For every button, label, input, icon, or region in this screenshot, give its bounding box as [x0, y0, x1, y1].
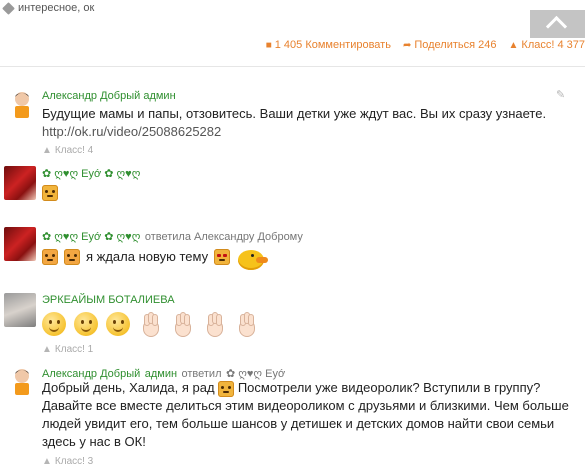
comment-text-line: Давайте все вместе делиться этим видеоро… [42, 398, 569, 413]
author-role: админ [143, 90, 176, 102]
waving-hand-icon [234, 312, 258, 338]
thumbs-up-icon: ▲ [508, 39, 519, 51]
comment-icon: ■ [265, 39, 272, 51]
avatar[interactable] [4, 166, 36, 200]
comment-like[interactable]: ▲ Класс! 4 [42, 145, 93, 156]
comment-text-part: Посмотрели уже видеоролик? Вступили в гр… [237, 380, 541, 395]
cool-smiley-icon [214, 249, 231, 265]
comment-author[interactable]: ✿ ღ♥ღ Еуớ ✿ ღ♥ღ [42, 167, 140, 180]
divider [0, 66, 585, 67]
like-count: Класс! 4 [54, 145, 94, 156]
duck-sticker-icon [236, 244, 269, 270]
comment-text-line: Будущие мамы и папы, отзовитесь. Ваши де… [42, 106, 547, 121]
comment-header: ✿ ღ♥ღ Еуớ ✿ ღ♥ღ ответила Александру Добр… [42, 227, 303, 245]
comment-author[interactable]: ЭРКЕАЙЫМ БОТАЛИЕВА [42, 294, 175, 306]
tag-icon [2, 1, 15, 15]
smile-emoji-icon [106, 312, 130, 336]
avatar[interactable] [6, 365, 38, 399]
avatar[interactable] [6, 88, 38, 122]
post-tags: интересное, ок [2, 1, 94, 15]
comment-text-part: Добрый день, Халида, я рад [42, 380, 215, 395]
comment-content: я ждала новую тему [42, 244, 269, 270]
thumbs-up-icon: ▲ [42, 456, 52, 467]
comment-link[interactable]: http://ok.ru/video/25088625282 [42, 124, 221, 139]
waving-hand-icon [202, 312, 226, 338]
comment-like[interactable]: ▲ Класс! 3 [42, 456, 93, 467]
post-tags-text[interactable]: интересное, ок [18, 2, 94, 14]
avatar-image [15, 92, 29, 118]
like-button[interactable]: ▲ Класс! 4 377 [509, 38, 585, 52]
comment-button-label: 1 405 Комментировать [274, 39, 391, 51]
author-name[interactable]: ✿ ღ♥ღ Еуớ ✿ ღ♥ღ [42, 168, 140, 180]
smile-emoji-icon [42, 312, 66, 336]
pencil-icon[interactable]: ✎ [556, 88, 565, 101]
thumbs-up-icon: ▲ [42, 344, 52, 355]
smiley-sticker-icon [218, 380, 235, 397]
waving-hand-icon [170, 312, 194, 338]
author-name[interactable]: ✿ ღ♥ღ Еуớ ✿ ღ♥ღ [42, 231, 140, 243]
comment-author[interactable]: Александр Добрый админ [42, 90, 176, 102]
avatar-image [15, 369, 29, 395]
reply-target[interactable]: ответила Александру Доброму [145, 231, 303, 243]
like-count: Класс! 1 [54, 344, 94, 355]
like-count: Класс! 3 [54, 456, 94, 467]
author-name[interactable]: ЭРКЕАЙЫМ БОТАЛИЕВА [42, 294, 175, 306]
comment-text-line: здесь у нас в ОК! [42, 434, 146, 449]
kiss-smiley-icon [42, 249, 58, 265]
comment-like[interactable]: ▲ Класс! 1 [42, 344, 93, 355]
share-button[interactable]: ➦ Поделиться 246 [403, 38, 497, 52]
comment-content [42, 312, 258, 338]
like-button-label: Класс! 4 377 [521, 39, 585, 51]
avatar[interactable] [4, 293, 36, 327]
comment-text-line: людей увидит его, тем больше шансов у де… [42, 416, 555, 431]
comment-text: я ждала новую тему [86, 249, 209, 264]
post-action-bar: ■ 1 405 Комментировать ➦ Поделиться 246 … [0, 38, 585, 52]
comment-text: Будущие мамы и папы, отзовитесь. Ваши де… [42, 105, 582, 141]
smiley-sticker-icon [42, 184, 58, 201]
waving-hand-icon [138, 312, 162, 338]
comment-content [42, 184, 58, 202]
share-button-label: Поделиться 246 [414, 39, 497, 51]
author-name[interactable]: Александр Добрый [42, 90, 140, 102]
scroll-to-top-button[interactable] [530, 10, 585, 38]
kiss-smiley-icon [64, 249, 80, 265]
comment-text: Добрый день, Халида, я рад Посмотрели уж… [42, 379, 582, 451]
smile-emoji-icon [74, 312, 98, 336]
comment-button[interactable]: ■ 1 405 Комментировать [266, 38, 391, 52]
avatar[interactable] [4, 227, 36, 261]
share-icon: ➦ [402, 39, 412, 51]
thumbs-up-icon: ▲ [42, 145, 52, 156]
comment-text-line: Добрый день, Халида, я рад Посмотрели уж… [42, 379, 582, 397]
